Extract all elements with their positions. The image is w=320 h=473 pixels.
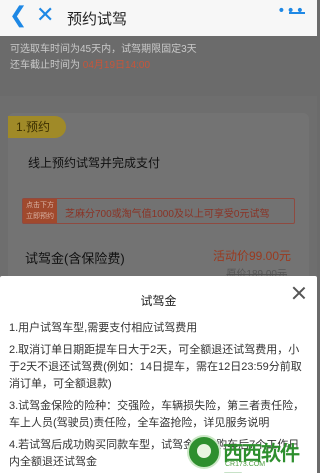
- pickup-info: 可选取车时间为45天内，试驾期限固定3天 还车截止时间为 04月19日14:00: [0, 36, 317, 96]
- sheet-paragraph: 1.用户试驾车型,需要支付相应试驾费用: [9, 322, 198, 334]
- more-icon[interactable]: •••: [277, 3, 305, 19]
- deposit-label: 试驾金(含保险费): [25, 251, 125, 266]
- sheet-title: 试驾金: [140, 294, 177, 308]
- back-chevron-icon[interactable]: ❮: [9, 5, 27, 27]
- page-title: 预约试驾: [67, 11, 128, 28]
- sheet-paragraph: 3.试驾金保险的险种：交强险，车辆损失险，第三者责任险，车上人员(驾驶员)责任险…: [9, 400, 305, 429]
- promo-tag-line1: 点击下方: [26, 202, 54, 209]
- top-bar: ❮ ✕ 预约试驾 •••: [0, 0, 317, 36]
- promo-tag[interactable]: 点击下方 立即预约: [23, 199, 57, 223]
- close-icon[interactable]: ✕: [36, 4, 54, 28]
- promo-text: 芝麻分700或淘气值1000及以上可享受0元试驾: [65, 209, 270, 220]
- return-deadline-date: 04月19日14:00: [82, 60, 151, 71]
- step-badge: 1.预约: [8, 116, 66, 138]
- more-icon-underline: [289, 12, 305, 14]
- step-description: 线上预约试驾并完成支付: [28, 156, 161, 170]
- deposit-price: 活动价99.00元: [212, 249, 291, 263]
- sheet-close-icon[interactable]: [291, 285, 307, 301]
- promo-banner[interactable]: 点击下方 立即预约 芝麻分700或淘气值1000及以上可享受0元试驾: [22, 198, 295, 224]
- pickup-range-text: 可选取车时间为45天内，试驾期限固定3天: [10, 44, 197, 55]
- watermark-circle-icon: [187, 435, 221, 469]
- deposit-info-sheet: 试驾金 1.用户试驾车型,需要支付相应试驾费用 2.取消订单日期距提车日大于2天…: [0, 276, 317, 473]
- watermark-logo: 西西软件园 CR173.COM: [187, 433, 311, 473]
- watermark-sub: CR173.COM: [225, 461, 266, 468]
- sheet-paragraph: 2.取消订单日期距提车日大于2天，可全额退还试驾费用，小于2天不退还试驾费(例如…: [9, 344, 302, 390]
- promo-tag-line2: 立即预约: [26, 213, 54, 220]
- return-deadline-text: 还车截止时间为 04月19日14:00: [10, 58, 307, 74]
- return-deadline-prefix: 还车截止时间为: [10, 60, 83, 71]
